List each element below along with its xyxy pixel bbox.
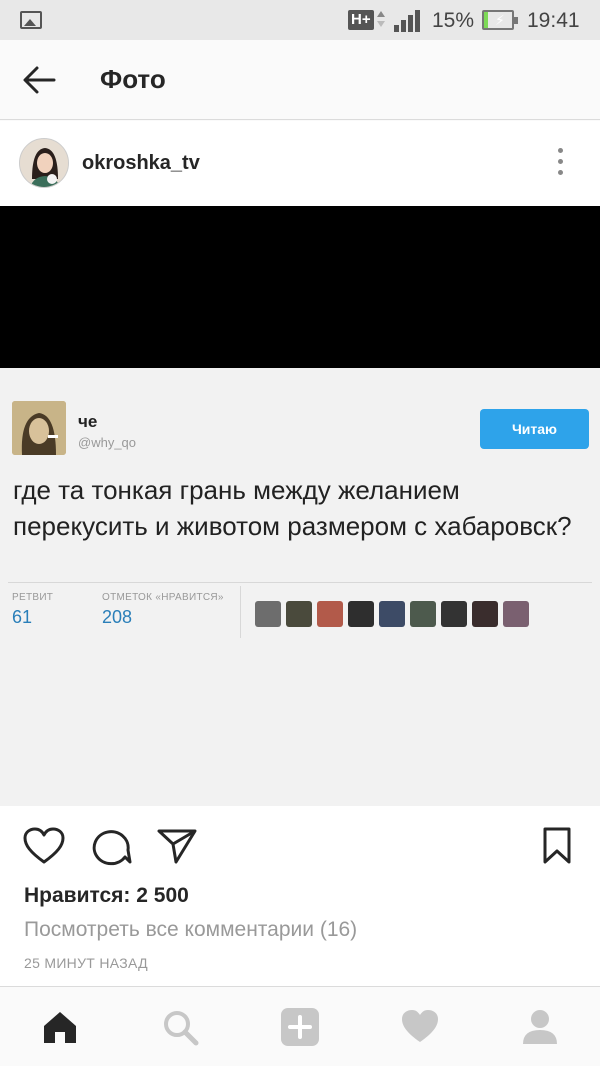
signal-icon (394, 10, 424, 32)
data-arrows-icon (376, 9, 386, 31)
liker-avatar (472, 601, 498, 627)
tweet-likes-value: 208 (102, 607, 133, 627)
gallery-icon (20, 11, 42, 29)
view-comments-link[interactable]: Посмотреть все комментарии (16) (24, 918, 357, 942)
tweet-retweets-label: РЕТВИТ (12, 592, 54, 603)
tweet-retweets-value: 61 (12, 607, 33, 627)
liker-avatar (286, 601, 312, 627)
network-type: H+ (348, 10, 374, 30)
clock: 19:41 (527, 9, 580, 32)
home-icon[interactable] (40, 1007, 80, 1047)
activity-heart-icon[interactable] (400, 1007, 440, 1047)
tweet-follow-button: Читаю (480, 409, 589, 449)
heart-icon[interactable] (22, 826, 66, 866)
tweet-author-handle: @why_qo (78, 435, 137, 450)
page-title: Фото (100, 64, 166, 94)
profile-icon[interactable] (520, 1007, 560, 1047)
liker-avatar (317, 601, 343, 627)
tweet-likes: ОТМЕТОК «НРАВИТСЯ» 208 (102, 592, 224, 628)
avatar[interactable] (19, 138, 69, 188)
tweet-screenshot: че @why_qo Читаю где та тонкая грань меж… (0, 368, 600, 844)
add-icon[interactable] (280, 1007, 320, 1047)
post-time: 25 МИНУТ НАЗАД (24, 955, 148, 971)
arrow-left-icon[interactable] (22, 64, 56, 96)
more-vertical-icon[interactable] (552, 148, 568, 180)
comment-icon[interactable] (90, 826, 132, 866)
liker-avatar (348, 601, 374, 627)
liker-avatar (410, 601, 436, 627)
liker-avatar (379, 601, 405, 627)
bookmark-icon[interactable] (542, 826, 572, 866)
battery-charging-icon: ⚡ (482, 10, 518, 30)
post-header: okroshka_tv (0, 121, 600, 206)
status-bar: H+ 15% ⚡ 19:41 (0, 0, 600, 40)
tweet-avatar (12, 401, 66, 455)
tweet-text: где та тонкая грань между желанием перек… (13, 475, 572, 541)
bottom-navigation (0, 986, 600, 1066)
tweet-author-name: че (78, 412, 98, 431)
search-icon[interactable] (160, 1007, 200, 1047)
liker-avatar (255, 601, 281, 627)
tweet-stat-separator (240, 586, 241, 638)
likes-count[interactable]: Нравится: 2 500 (24, 884, 189, 908)
battery-percent: 15% (432, 9, 475, 32)
tweet-likes-label: ОТМЕТОК «НРАВИТСЯ» (102, 592, 224, 603)
post-username[interactable]: okroshka_tv (82, 152, 200, 175)
post-actions: Нравится: 2 500 Посмотреть все комментар… (0, 806, 600, 986)
tweet-divider (8, 582, 592, 583)
post-photo[interactable]: че @why_qo Читаю где та тонкая грань меж… (0, 206, 600, 844)
tweet-likers (255, 601, 534, 627)
liker-avatar (441, 601, 467, 627)
top-app-bar: Фото (0, 40, 600, 120)
liker-avatar (503, 601, 529, 627)
tweet-retweets: РЕТВИТ 61 (12, 592, 53, 628)
share-icon[interactable] (156, 826, 198, 866)
